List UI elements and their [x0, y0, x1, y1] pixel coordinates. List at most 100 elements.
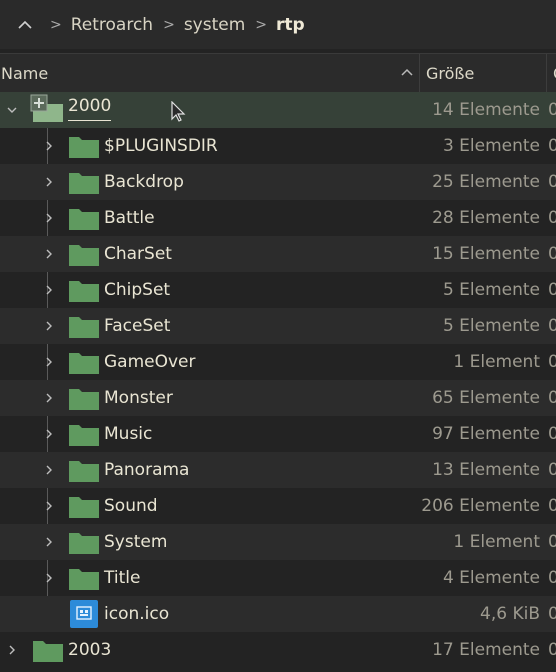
- item-size: 5 Elemente: [442, 316, 540, 336]
- folder-icon: [33, 641, 63, 662]
- chevron-right-icon[interactable]: [42, 560, 56, 596]
- item-name: Title: [104, 568, 141, 588]
- item-name: 2000: [68, 92, 112, 121]
- chevron-right-icon[interactable]: [42, 200, 56, 236]
- item-size: 3 Elemente: [442, 136, 540, 156]
- item-size: 4,6 KiB: [480, 604, 540, 624]
- folder-icon: [69, 353, 99, 374]
- chevron-right-icon[interactable]: [42, 164, 56, 200]
- chevron-right-icon: >: [255, 16, 268, 33]
- breadcrumb-rtp[interactable]: rtp: [276, 15, 305, 35]
- item-size: 28 Elemente: [432, 208, 540, 228]
- item-name: $PLUGINSDIR: [104, 136, 218, 156]
- chevron-right-icon: >: [163, 16, 175, 33]
- item-extra: 0: [548, 532, 556, 552]
- sort-ascending-icon[interactable]: [400, 64, 414, 83]
- item-extra: 0: [548, 280, 556, 300]
- column-name-header[interactable]: Name: [1, 54, 418, 92]
- item-extra: 0: [548, 244, 556, 264]
- chevron-right-icon[interactable]: [5, 632, 19, 668]
- item-name: icon.ico: [104, 604, 170, 624]
- up-chevron-icon[interactable]: [10, 10, 40, 40]
- list-item[interactable]: GameOver 1 Element 0: [0, 344, 556, 380]
- add-icon: [30, 94, 48, 112]
- item-extra: 0: [548, 388, 556, 408]
- item-extra: 0: [548, 604, 556, 624]
- folder-icon: [69, 209, 99, 230]
- item-size: 13 Elemente: [432, 460, 540, 480]
- chevron-down-icon[interactable]: [5, 92, 19, 128]
- folder-icon: [69, 245, 99, 266]
- chevron-right-icon[interactable]: [42, 380, 56, 416]
- list-item[interactable]: $PLUGINSDIR 3 Elemente 0: [0, 128, 556, 164]
- chevron-right-icon[interactable]: [42, 128, 56, 164]
- item-extra: 0: [548, 424, 556, 444]
- item-name: Monster: [104, 388, 173, 408]
- list-item[interactable]: CharSet 15 Elemente 0: [0, 236, 556, 272]
- item-size: 14 Elemente: [432, 100, 540, 120]
- list-item[interactable]: Sound 206 Elemente 0: [0, 488, 556, 524]
- breadcrumb-system[interactable]: system: [184, 15, 245, 35]
- column-size-label: Größe: [426, 63, 475, 83]
- item-name: Backdrop: [104, 172, 184, 192]
- chevron-right-icon[interactable]: [42, 236, 56, 272]
- list-item[interactable]: icon.ico 4,6 KiB 0: [0, 596, 556, 632]
- chevron-right-icon[interactable]: [42, 272, 56, 308]
- item-extra: 0: [548, 316, 556, 336]
- chevron-right-icon[interactable]: [42, 416, 56, 452]
- item-extra: 0: [548, 640, 556, 660]
- item-extra: 0: [548, 136, 556, 156]
- item-extra: 0: [548, 208, 556, 228]
- item-extra: 0: [548, 496, 556, 516]
- folder-icon: [69, 389, 99, 410]
- item-name: Sound: [104, 496, 158, 516]
- folder-icon: [69, 281, 99, 302]
- folder-icon: [69, 533, 99, 554]
- chevron-right-icon[interactable]: [42, 308, 56, 344]
- list-item[interactable]: ChipSet 5 Elemente 0: [0, 272, 556, 308]
- chevron-right-icon[interactable]: [42, 344, 56, 380]
- item-size: 206 Elemente: [421, 496, 540, 516]
- folder-icon: [69, 425, 99, 446]
- item-name: CharSet: [104, 244, 172, 264]
- ico-file-icon: [70, 600, 98, 628]
- item-name: Battle: [104, 208, 155, 228]
- column-name-label: Name: [1, 63, 49, 83]
- item-extra: 0: [548, 352, 556, 372]
- item-size: 15 Elemente: [432, 244, 540, 264]
- folder-icon: [69, 497, 99, 518]
- folder-icon: [69, 137, 99, 158]
- item-size: 4 Elemente: [442, 568, 540, 588]
- breadcrumb: > Retroarch > system > rtp: [0, 0, 556, 49]
- chevron-right-icon[interactable]: [42, 488, 56, 524]
- item-size: 5 Elemente: [442, 280, 540, 300]
- breadcrumb-retroarch[interactable]: Retroarch: [71, 15, 153, 35]
- folder-icon: [69, 317, 99, 338]
- item-name: FaceSet: [104, 316, 171, 336]
- item-size: 25 Elemente: [432, 172, 540, 192]
- chevron-right-icon: >: [50, 16, 62, 33]
- list-item[interactable]: Panorama 13 Elemente 0: [0, 452, 556, 488]
- chevron-right-icon[interactable]: [42, 452, 56, 488]
- item-size: 97 Elemente: [432, 424, 540, 444]
- list-item[interactable]: System 1 Element 0: [0, 524, 556, 560]
- list-item[interactable]: Battle 28 Elemente 0: [0, 200, 556, 236]
- item-name: System: [104, 532, 168, 552]
- folder-icon: [69, 569, 99, 590]
- item-extra: 0: [548, 100, 556, 120]
- list-item[interactable]: Music 97 Elemente 0: [0, 416, 556, 452]
- list-item[interactable]: Title 4 Elemente 0: [0, 560, 556, 596]
- column-size-header[interactable]: Größe: [419, 54, 545, 92]
- chevron-right-icon[interactable]: [42, 524, 56, 560]
- list-item[interactable]: Monster 65 Elemente 0: [0, 380, 556, 416]
- list-item[interactable]: 2000 14 Elemente 0: [0, 92, 556, 128]
- list-item[interactable]: Backdrop 25 Elemente 0: [0, 164, 556, 200]
- column-more-header[interactable]: G: [546, 54, 556, 92]
- mouse-cursor-icon: [171, 101, 186, 122]
- list-item[interactable]: FaceSet 5 Elemente 0: [0, 308, 556, 344]
- item-extra: 0: [548, 172, 556, 192]
- item-extra: 0: [548, 460, 556, 480]
- list-item[interactable]: 2003 17 Elemente 0: [0, 632, 556, 668]
- item-name: GameOver: [104, 352, 196, 372]
- item-name: Music: [104, 424, 153, 444]
